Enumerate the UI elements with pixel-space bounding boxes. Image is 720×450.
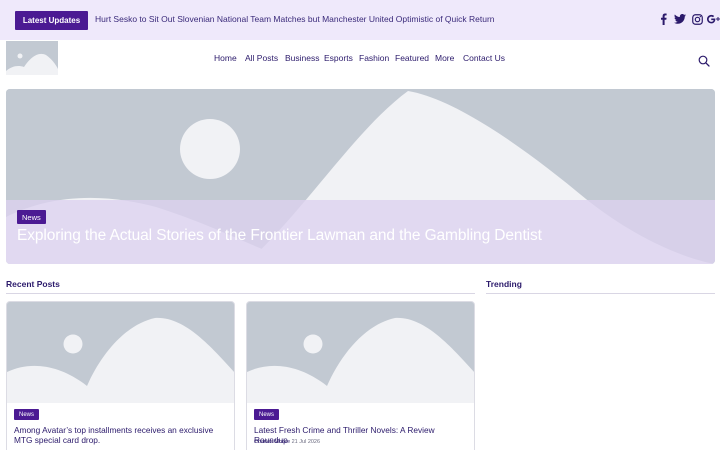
facebook-icon[interactable] <box>658 12 668 26</box>
instagram-icon[interactable] <box>691 12 703 26</box>
nav-item-featured[interactable]: Featured <box>395 53 429 63</box>
nav-item-business[interactable]: Business <box>285 53 320 63</box>
twitter-icon[interactable] <box>673 12 687 26</box>
post-meta: Charles Moore 21 Jul 2026 <box>254 439 320 445</box>
trending-divider <box>486 293 715 294</box>
hero-title[interactable]: Exploring the Actual Stories of the Fron… <box>17 227 542 245</box>
nav-item-home[interactable]: Home <box>214 53 237 63</box>
post-thumbnail[interactable] <box>7 302 234 403</box>
post-title[interactable]: Among Avatar’s top installments receives… <box>14 425 229 445</box>
post-author[interactable]: Charles Moore <box>254 439 290 445</box>
post-category-badge[interactable]: News <box>14 409 40 420</box>
nav-item-contact-us[interactable]: Contact Us <box>463 53 505 63</box>
post-thumbnail[interactable] <box>247 302 474 403</box>
top-bar: Latest Updates Hurt Sesko to Sit Out Slo… <box>0 0 720 40</box>
post-card[interactable]: News Among Avatar’s top installments rec… <box>6 301 235 450</box>
search-icon[interactable] <box>698 54 710 67</box>
nav-item-more[interactable]: More <box>435 53 454 63</box>
post-card[interactable]: News Latest Fresh Crime and Thriller Nov… <box>246 301 475 450</box>
image-placeholder-icon <box>247 302 474 403</box>
post-category-badge[interactable]: News <box>254 409 280 420</box>
latest-updates-button[interactable]: Latest Updates <box>15 11 88 30</box>
nav-item-esports[interactable]: Esports <box>324 53 353 63</box>
hero-category-badge[interactable]: News <box>17 210 46 224</box>
trending-heading: Trending <box>486 279 522 289</box>
nav-item-all-posts[interactable]: All Posts <box>245 53 278 63</box>
main-nav: Home All Posts Business Esports Fashion … <box>0 53 720 65</box>
post-date: 21 Jul 2026 <box>291 439 321 445</box>
google-plus-icon[interactable] <box>707 12 720 26</box>
recent-posts-divider <box>6 293 475 294</box>
nav-item-fashion[interactable]: Fashion <box>359 53 389 63</box>
image-placeholder-icon <box>7 302 234 403</box>
news-ticker-link[interactable]: Hurt Sesko to Sit Out Slovenian National… <box>95 14 495 24</box>
recent-posts-heading: Recent Posts <box>6 279 60 289</box>
